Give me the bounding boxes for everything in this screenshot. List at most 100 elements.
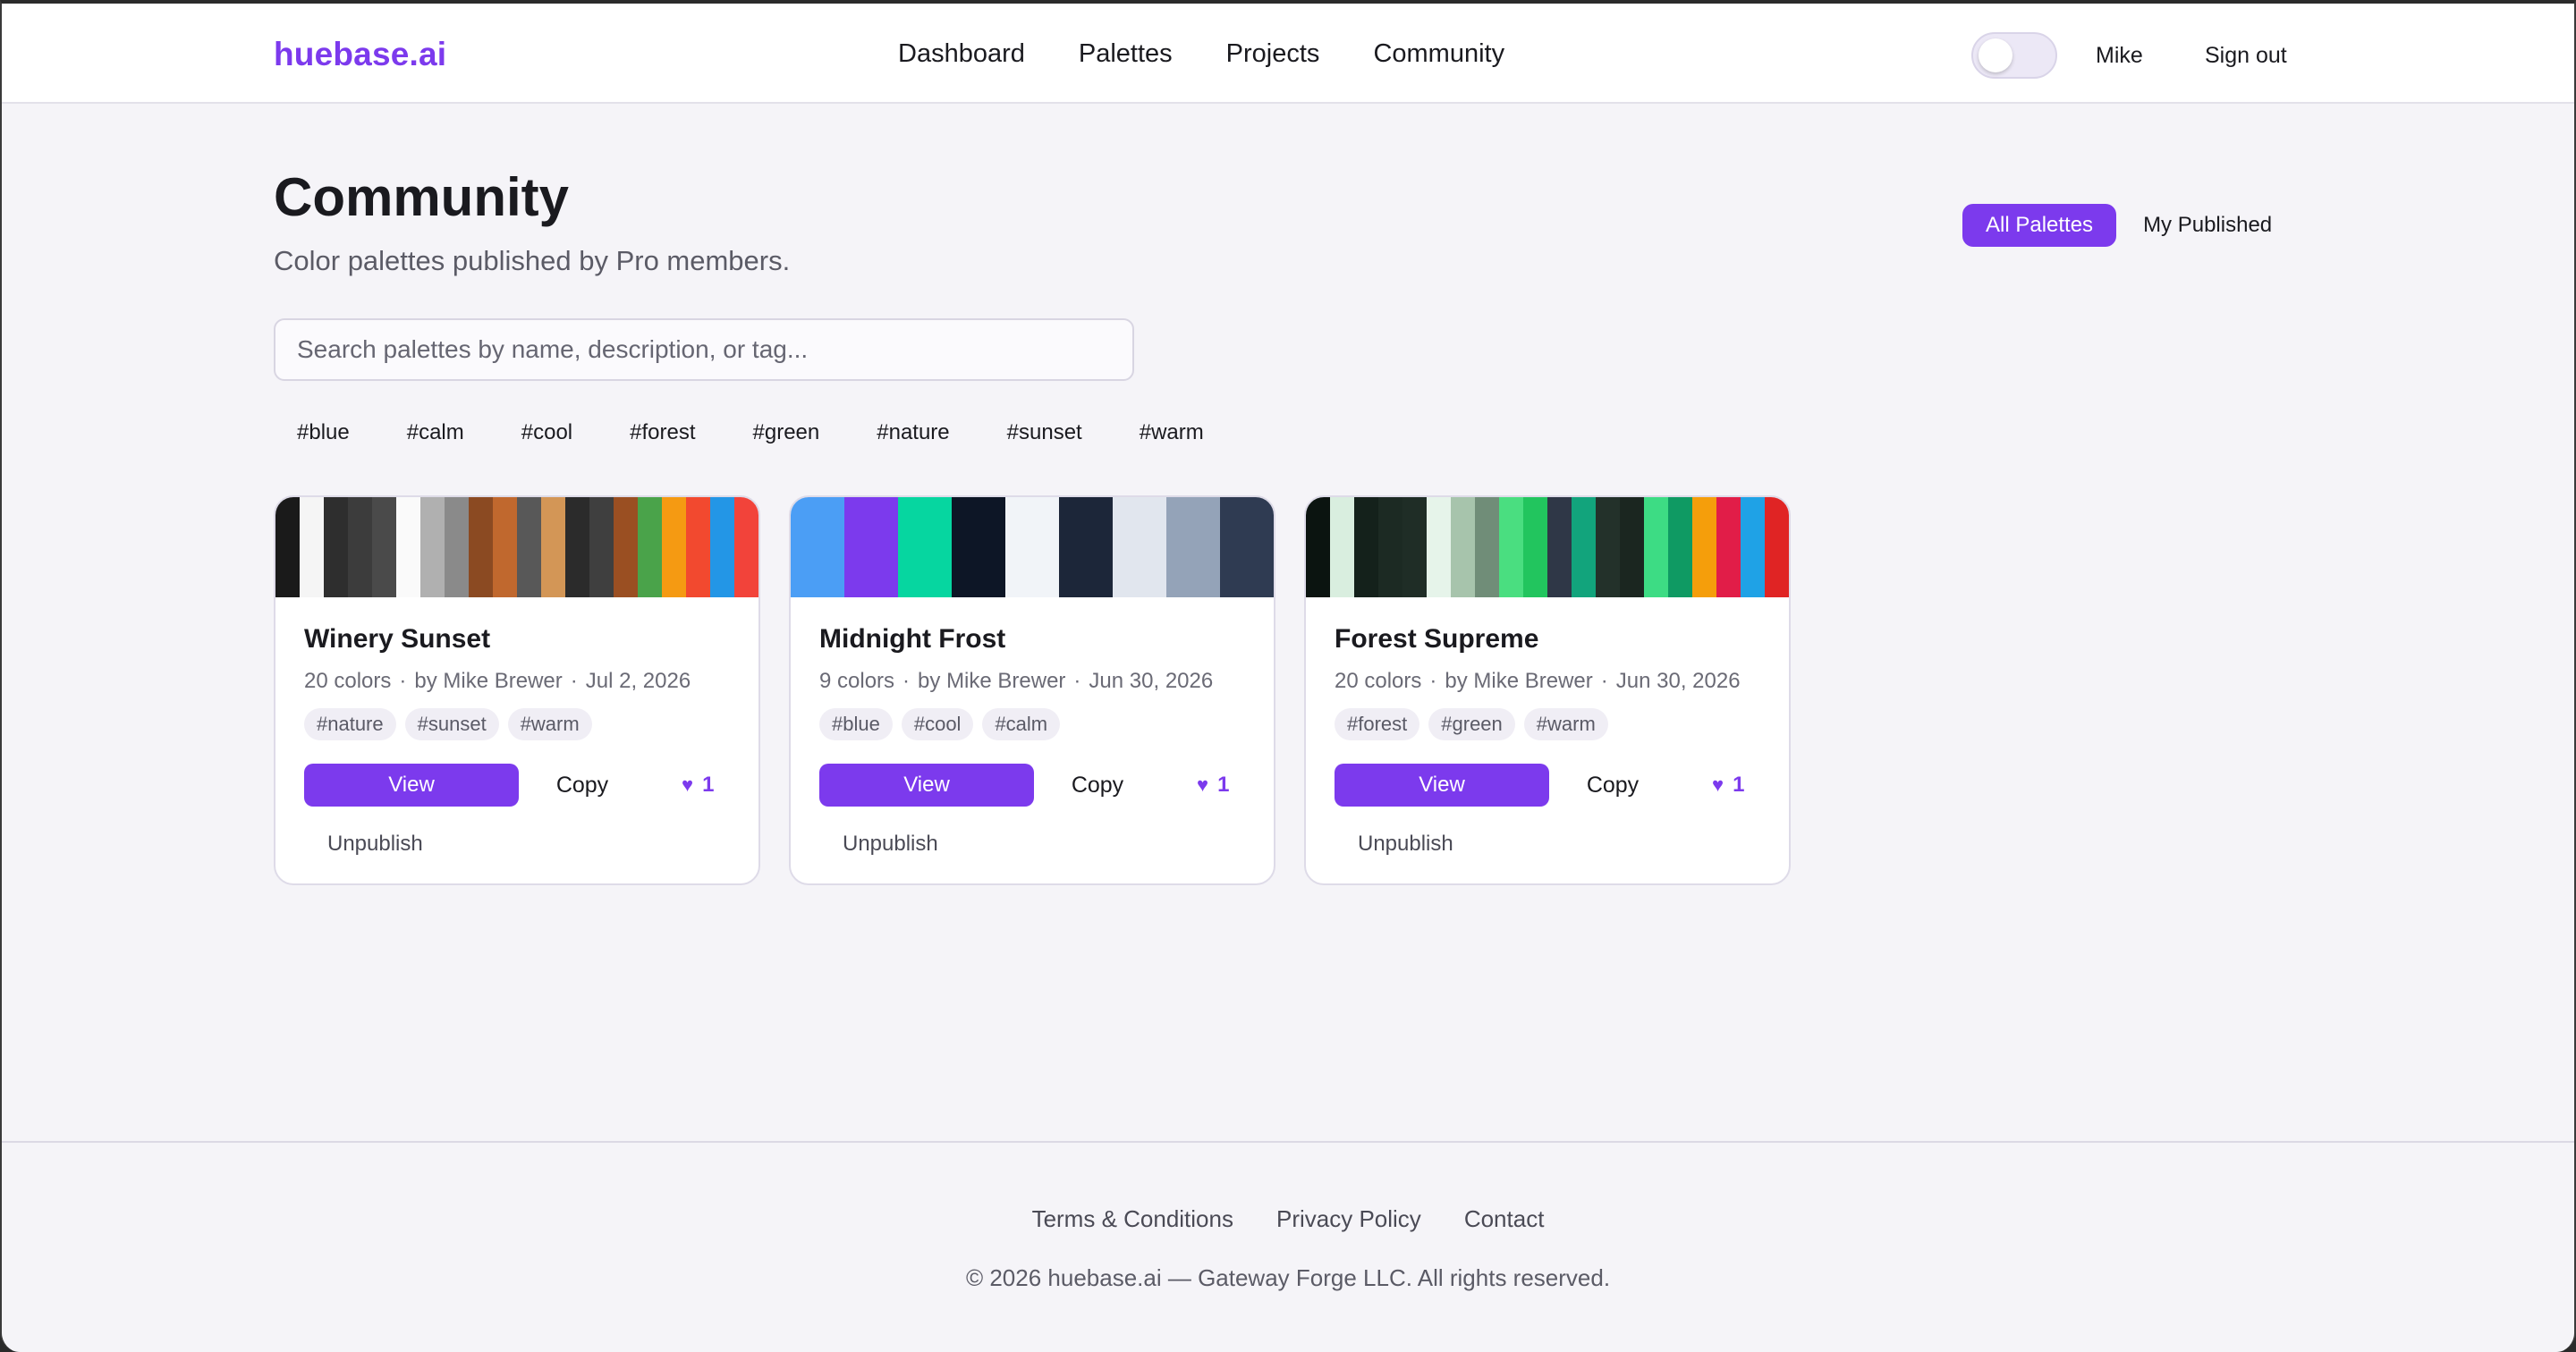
color-swatch[interactable] (614, 497, 638, 597)
tag-chip[interactable]: #warm (1523, 708, 1608, 740)
like-button[interactable]: ♥ 1 (1197, 773, 1229, 798)
nav-community[interactable]: Community (1373, 39, 1504, 69)
color-swatch[interactable] (445, 497, 469, 597)
palette-swatches[interactable] (1306, 497, 1789, 597)
palette-swatches[interactable] (275, 497, 758, 597)
toggle-knob (1979, 38, 2012, 72)
palette-swatches[interactable] (791, 497, 1274, 597)
sign-out-link[interactable]: Sign out (2205, 43, 2287, 69)
unpublish-button[interactable]: Unpublish (327, 832, 423, 857)
tag-chip[interactable]: #green (1428, 708, 1515, 740)
color-swatch[interactable] (300, 497, 324, 597)
color-swatch[interactable] (686, 497, 710, 597)
tab-all-palettes[interactable]: All Palettes (1962, 204, 2117, 247)
nav-palettes[interactable]: Palettes (1079, 39, 1173, 69)
tag-chip[interactable]: #nature (304, 708, 396, 740)
color-swatch[interactable] (638, 497, 662, 597)
footer-link-contact[interactable]: Contact (1464, 1205, 1545, 1233)
unpublish-button[interactable]: Unpublish (843, 832, 938, 857)
color-swatch[interactable] (1451, 497, 1475, 597)
color-swatch[interactable] (1166, 497, 1220, 597)
tag-chip[interactable]: #calm (982, 708, 1061, 740)
footer-links: Terms & Conditions Privacy Policy Contac… (2, 1205, 2574, 1233)
color-swatch[interactable] (541, 497, 565, 597)
color-swatch[interactable] (1523, 497, 1547, 597)
color-swatch[interactable] (662, 497, 686, 597)
color-swatch[interactable] (324, 497, 348, 597)
color-swatch[interactable] (1596, 497, 1620, 597)
tag-filter-chip[interactable]: #blue (274, 413, 373, 452)
color-swatch[interactable] (1644, 497, 1668, 597)
palette-author: by Mike Brewer (414, 669, 563, 693)
color-swatch[interactable] (734, 497, 758, 597)
color-swatch[interactable] (1330, 497, 1354, 597)
color-swatch[interactable] (1402, 497, 1427, 597)
view-button[interactable]: View (819, 764, 1034, 807)
color-swatch[interactable] (1059, 497, 1113, 597)
color-swatch[interactable] (1499, 497, 1523, 597)
color-swatch[interactable] (952, 497, 1005, 597)
tag-filter-chip[interactable]: #sunset (984, 413, 1106, 452)
tag-filter-chip[interactable]: #calm (384, 413, 487, 452)
color-swatch[interactable] (348, 497, 372, 597)
tab-my-published[interactable]: My Published (2134, 213, 2281, 238)
color-swatch[interactable] (1572, 497, 1596, 597)
color-swatch[interactable] (1113, 497, 1166, 597)
nav-dashboard[interactable]: Dashboard (898, 39, 1025, 69)
color-swatch[interactable] (1741, 497, 1765, 597)
footer-link-privacy[interactable]: Privacy Policy (1276, 1205, 1421, 1233)
view-button[interactable]: View (1335, 764, 1549, 807)
brand-logo[interactable]: huebase.ai (274, 36, 446, 73)
color-swatch[interactable] (1620, 497, 1644, 597)
color-swatch[interactable] (1716, 497, 1741, 597)
nav-projects[interactable]: Projects (1226, 39, 1320, 69)
color-swatch[interactable] (275, 497, 300, 597)
tag-filter-chip[interactable]: #warm (1116, 413, 1227, 452)
color-swatch[interactable] (1765, 497, 1789, 597)
color-swatch[interactable] (1220, 497, 1274, 597)
palette-author: by Mike Brewer (918, 669, 1066, 693)
color-swatch[interactable] (420, 497, 445, 597)
tag-filter-chip[interactable]: #forest (606, 413, 718, 452)
tag-chip[interactable]: #cool (901, 708, 974, 740)
color-swatch[interactable] (1354, 497, 1378, 597)
search-input[interactable] (274, 318, 1134, 381)
color-swatch[interactable] (589, 497, 614, 597)
copy-button[interactable]: Copy (519, 773, 646, 799)
copy-button[interactable]: Copy (1549, 773, 1676, 799)
tag-chip[interactable]: #blue (819, 708, 893, 740)
tag-filter-chip[interactable]: #green (730, 413, 843, 452)
theme-toggle[interactable] (1971, 32, 2057, 79)
like-button[interactable]: ♥ 1 (682, 773, 714, 798)
color-swatch[interactable] (372, 497, 396, 597)
tag-chip[interactable]: #forest (1335, 708, 1420, 740)
color-swatch[interactable] (1005, 497, 1059, 597)
color-swatch[interactable] (1547, 497, 1572, 597)
footer-link-terms[interactable]: Terms & Conditions (1032, 1205, 1233, 1233)
unpublish-button[interactable]: Unpublish (1358, 832, 1453, 857)
tag-chip[interactable]: #warm (507, 708, 592, 740)
color-swatch[interactable] (844, 497, 898, 597)
color-swatch[interactable] (565, 497, 589, 597)
color-swatch[interactable] (1668, 497, 1692, 597)
tag-chip[interactable]: #sunset (404, 708, 499, 740)
color-swatch[interactable] (493, 497, 517, 597)
color-swatch[interactable] (1692, 497, 1716, 597)
tag-filter-chip[interactable]: #cool (498, 413, 596, 452)
color-swatch[interactable] (396, 497, 420, 597)
color-swatch[interactable] (710, 497, 734, 597)
color-swatch[interactable] (898, 497, 952, 597)
copyright-text: © 2026 huebase.ai — Gateway Forge LLC. A… (965, 1264, 1611, 1291)
user-name[interactable]: Mike (2096, 43, 2143, 69)
color-swatch[interactable] (469, 497, 493, 597)
like-button[interactable]: ♥ 1 (1712, 773, 1744, 798)
color-swatch[interactable] (1378, 497, 1402, 597)
color-swatch[interactable] (517, 497, 541, 597)
tag-filter-chip[interactable]: #nature (853, 413, 972, 452)
color-swatch[interactable] (1306, 497, 1330, 597)
color-swatch[interactable] (1427, 497, 1451, 597)
color-swatch[interactable] (1475, 497, 1499, 597)
copy-button[interactable]: Copy (1034, 773, 1161, 799)
color-swatch[interactable] (791, 497, 844, 597)
view-button[interactable]: View (304, 764, 519, 807)
